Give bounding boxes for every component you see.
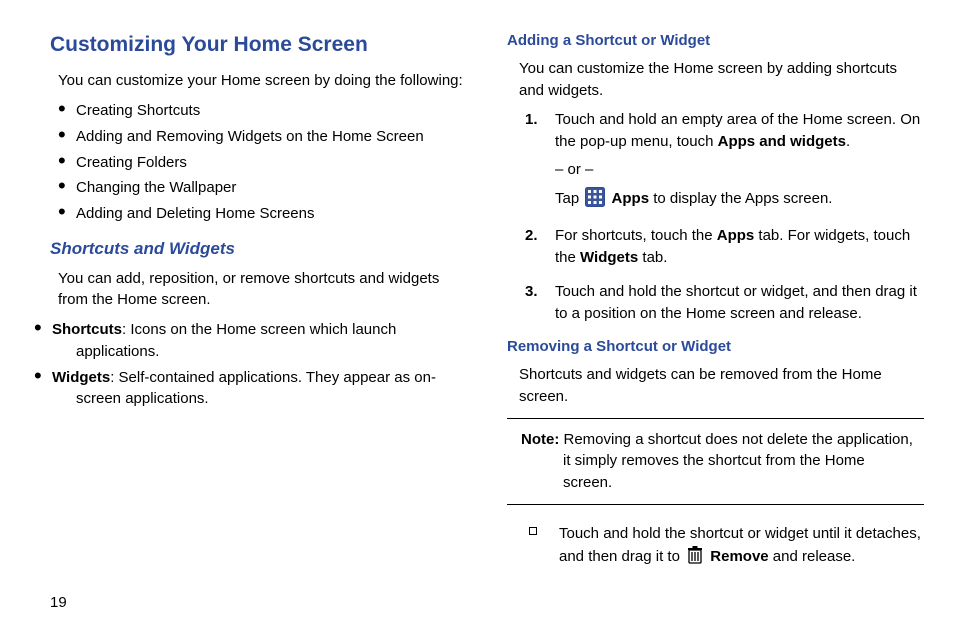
remove-action-list: Touch and hold the shortcut or widget un… bbox=[529, 523, 924, 572]
def-term: Shortcuts bbox=[52, 321, 122, 338]
tap-post: to display the Apps screen. bbox=[649, 190, 832, 207]
bold-apps-tab: Apps bbox=[717, 227, 755, 244]
step2-post: tab. bbox=[638, 249, 667, 266]
square-bullet-icon bbox=[529, 527, 537, 535]
heading-removing: Removing a Shortcut or Widget bbox=[507, 336, 924, 358]
bold-widgets-tab: Widgets bbox=[580, 249, 638, 266]
step-2: 2. For shortcuts, touch the Apps tab. Fo… bbox=[525, 225, 924, 269]
step-3: 3. Touch and hold the shortcut or widget… bbox=[525, 281, 924, 325]
remove-post: and release. bbox=[769, 548, 856, 565]
step2-pre: For shortcuts, touch the bbox=[555, 227, 717, 244]
heading-adding: Adding a Shortcut or Widget bbox=[507, 30, 924, 52]
bullet-item: Creating Folders bbox=[58, 152, 467, 174]
apps-grid-icon bbox=[585, 187, 605, 214]
note-body: Removing a shortcut does not delete the … bbox=[559, 431, 913, 492]
def-term: Widgets bbox=[52, 369, 110, 386]
left-column: Customizing Your Home Screen You can cus… bbox=[50, 30, 467, 636]
adding-intro: You can customize the Home screen by add… bbox=[519, 58, 924, 102]
remove-action-item: Touch and hold the shortcut or widget un… bbox=[529, 523, 924, 572]
step-number: 2. bbox=[525, 225, 538, 247]
page-number: 19 bbox=[50, 592, 67, 614]
step-tail: . bbox=[846, 133, 850, 150]
step-1: 1. Touch and hold an empty area of the H… bbox=[525, 109, 924, 213]
manual-page: Customizing Your Home Screen You can cus… bbox=[0, 0, 954, 636]
or-divider: – or – bbox=[555, 159, 924, 181]
step3-text: Touch and hold the shortcut or widget, a… bbox=[555, 283, 917, 322]
note-box: Note: Removing a shortcut does not delet… bbox=[507, 418, 924, 505]
intro-text: You can customize your Home screen by do… bbox=[58, 70, 467, 92]
adding-steps: 1. Touch and hold an empty area of the H… bbox=[525, 109, 924, 324]
bold-remove: Remove bbox=[710, 548, 768, 565]
removing-intro: Shortcuts and widgets can be removed fro… bbox=[519, 364, 924, 408]
shortcuts-widgets-intro: You can add, reposition, or remove short… bbox=[58, 268, 467, 312]
step-number: 3. bbox=[525, 281, 538, 303]
bullet-item: Changing the Wallpaper bbox=[58, 177, 467, 199]
bold-apps: Apps bbox=[612, 190, 650, 207]
bold-apps-and-widgets: Apps and widgets bbox=[718, 133, 846, 150]
note-label: Note: bbox=[521, 431, 559, 448]
heading-shortcuts-widgets: Shortcuts and Widgets bbox=[50, 237, 467, 262]
def-rest: : Self-contained applications. They appe… bbox=[76, 369, 436, 408]
right-column: Adding a Shortcut or Widget You can cust… bbox=[507, 30, 924, 636]
def-widgets: Widgets: Self-contained applications. Th… bbox=[58, 367, 467, 411]
bullet-item: Creating Shortcuts bbox=[58, 100, 467, 122]
note-text: Note: Removing a shortcut does not delet… bbox=[513, 429, 918, 494]
definition-list: Shortcuts: Icons on the Home screen whic… bbox=[58, 319, 467, 410]
step-number: 1. bbox=[525, 109, 538, 131]
def-shortcuts: Shortcuts: Icons on the Home screen whic… bbox=[58, 319, 467, 363]
step-1-alt: Tap Apps to display the Apps screen. bbox=[555, 187, 924, 214]
bullet-item: Adding and Deleting Home Screens bbox=[58, 203, 467, 225]
def-rest: : Icons on the Home screen which launch … bbox=[76, 321, 396, 360]
tap-pre: Tap bbox=[555, 190, 583, 207]
trash-icon bbox=[686, 545, 704, 572]
heading-customizing: Customizing Your Home Screen bbox=[50, 30, 467, 60]
intro-bullet-list: Creating Shortcuts Adding and Removing W… bbox=[58, 100, 467, 225]
bullet-item: Adding and Removing Widgets on the Home … bbox=[58, 126, 467, 148]
